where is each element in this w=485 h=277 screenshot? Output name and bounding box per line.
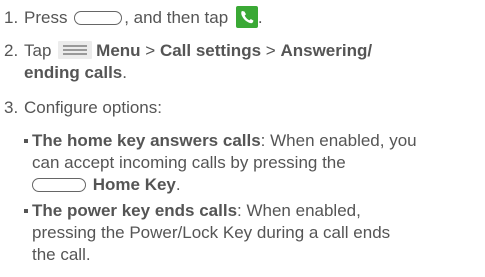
step-text: , and then tap [124,8,229,27]
period: . [175,175,181,195]
step-text: Press [24,8,68,27]
step-text: . [257,8,263,27]
step-2-continued: ending calls. [24,62,127,84]
bullet-icon [24,139,28,143]
option-line: The home key answers calls: When enabled… [24,130,479,152]
home-key-icon [74,11,123,25]
step-text: Configure options: [24,98,162,117]
separator: > [145,41,156,60]
menu-label: Menu [96,41,141,60]
step-number: 3. [4,98,19,117]
period: . [122,63,127,82]
option-text: : When enabled, [237,201,361,220]
option-line: The power key ends calls: When enabled, [24,200,479,222]
step-number: 1. [4,8,19,27]
step-text: Tap [24,41,52,60]
step-3: 3. Configure options: [4,97,162,119]
option-text: : When enabled, you [260,131,417,150]
option-text: the call. [32,245,91,265]
phone-app-icon [235,6,258,28]
option-power-key: The power key ends calls: When enabled, … [24,200,479,266]
call-settings-label: Call settings [159,41,262,60]
option-text: pressing the Power/Lock Key during a cal… [32,223,391,243]
option-title: The power key ends calls [32,201,238,220]
step-1: 1. Press , and then tap . [4,6,263,29]
home-key-icon [32,178,86,193]
option-home-key: The home key answers calls: When enabled… [24,130,479,196]
answering-label: Answering/ [280,41,373,60]
option-title: The home key answers calls [32,131,261,150]
menu-icon [58,41,93,59]
home-key-label: Home Key [92,175,176,195]
step-2: 2. Tap Menu > Call settings > Answering/ [4,40,372,62]
bullet-icon [24,209,28,213]
option-text: can accept incoming calls by pressing th… [32,153,346,173]
option-line: Home Key. [24,174,479,196]
answering-label-cont: ending calls [24,63,123,82]
separator: > [265,41,276,60]
step-number: 2. [4,41,19,60]
instructions-page: 1. Press , and then tap . 2. Tap Menu > Ca… [0,0,485,277]
